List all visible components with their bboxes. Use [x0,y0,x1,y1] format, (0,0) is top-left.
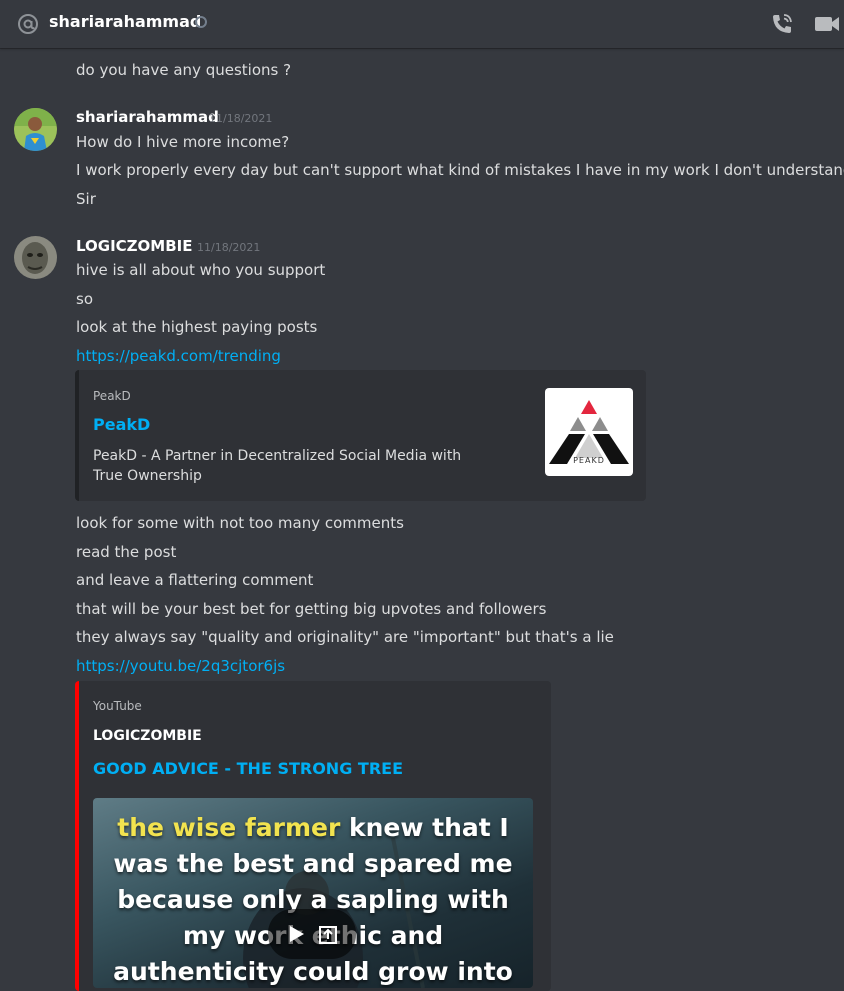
message-line: so [76,290,93,308]
embed-author[interactable]: LOGICZOMBIE [93,727,202,745]
embed-description: PeakD - A Partner in Decentralized Socia… [93,448,462,484]
message-line: and leave a flattering comment [76,571,314,589]
chat-messages: do you have any questions ? shariarahamm… [0,0,844,991]
play-icon[interactable] [286,924,306,944]
message-line: they always say "quality and originality… [76,628,614,646]
embed-provider[interactable]: YouTube [93,698,142,714]
video-caption-line: the wise farmer knew that I [117,813,509,842]
video-caption-line: was the best and spared me [113,849,513,878]
embed-title[interactable]: PeakD [93,415,150,435]
timestamp: 11/18/2021 [209,112,273,125]
message-line: look at the highest paying posts [76,318,318,336]
channel-title[interactable]: shariarahammad [49,12,201,32]
embed-title[interactable]: GOOD ADVICE - THE STRONG TREE [93,759,403,779]
message-line: look for some with not too many comments [76,514,404,532]
video-caption-highlight: the wise farmer [117,813,341,842]
message-line: hive is all about who you support [76,261,326,279]
peakd-logo-thumbnail[interactable]: PEAKD [545,388,633,476]
voice-call-icon[interactable] [770,12,794,36]
at-icon [18,14,38,34]
avatar-shariarahammad[interactable] [14,108,57,151]
youtube-link[interactable]: https://youtu.be/2q3cjtor6js [76,657,285,675]
message-line: https://peakd.com/trending [76,346,281,366]
video-caption-line: authenticity could grow into [113,957,513,986]
link-embed-peakd: PeakD PeakD PeakD - A Partner in Decentr… [75,370,646,501]
message-line: https://youtu.be/2q3cjtor6js [76,656,285,676]
message-line: Sir [76,190,96,208]
thumb-label: PEAKD [573,456,605,465]
timestamp: 11/18/2021 [197,241,261,254]
video-embed-youtube: YouTube LOGICZOMBIE GOOD ADVICE - THE ST… [75,681,551,991]
message-line: I work properly every day but can't supp… [76,161,844,179]
avatar-logiczombie[interactable] [14,236,57,279]
video-thumbnail[interactable]: the wise farmer knew that I was the best… [93,798,533,988]
message-line: do you have any questions ? [76,61,292,79]
embed-provider[interactable]: PeakD [93,388,131,404]
video-call-icon[interactable] [814,12,840,36]
message-line: read the post [76,543,177,561]
message-line: How do I hive more income? [76,133,290,151]
message-line: that will be your best bet for getting b… [76,600,547,618]
open-external-icon[interactable] [318,923,340,945]
video-controls [268,909,356,959]
channel-header: shariarahammad [0,0,844,48]
username[interactable]: shariarahammad [76,107,219,127]
username[interactable]: LOGICZOMBIE [76,236,193,256]
peakd-link[interactable]: https://peakd.com/trending [76,347,281,365]
status-offline-icon [195,16,207,28]
